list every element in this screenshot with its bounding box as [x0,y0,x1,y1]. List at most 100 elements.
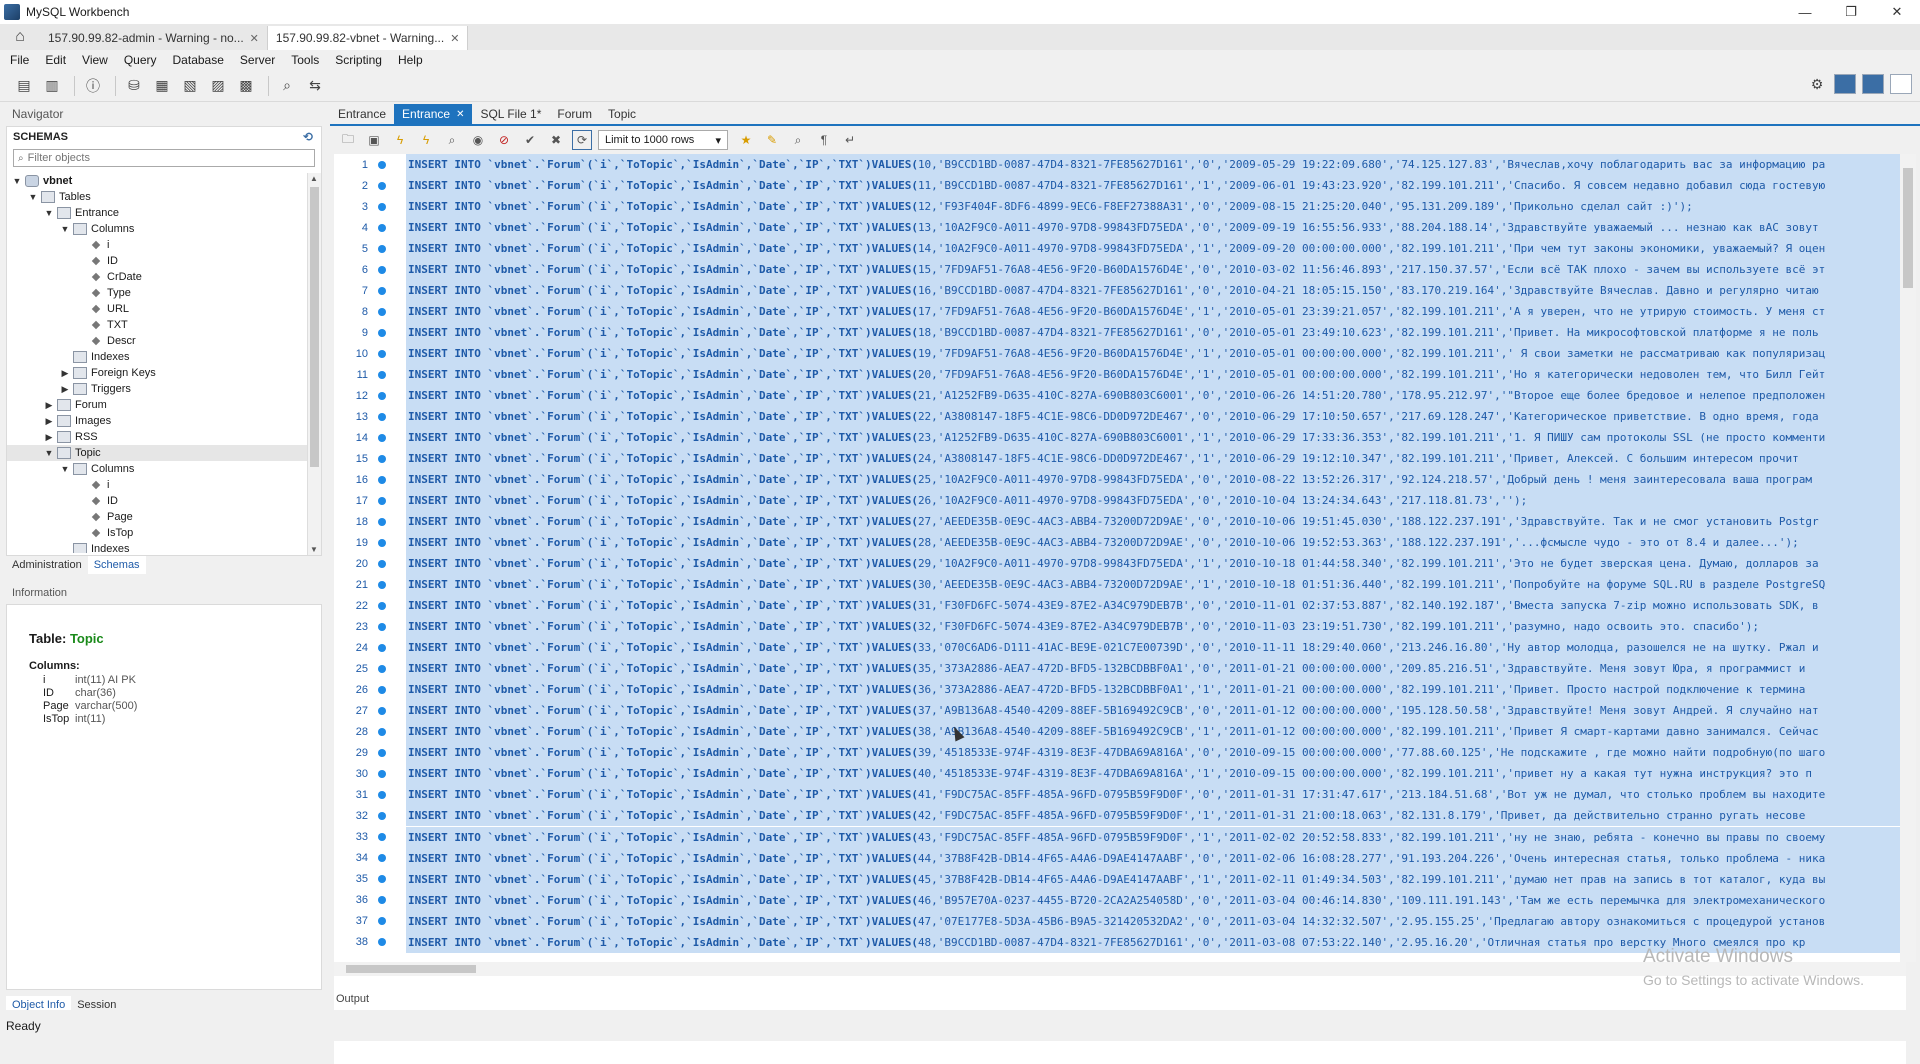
close-icon[interactable]: ✕ [450,32,459,45]
tree-item[interactable]: Type [7,285,307,301]
code-line[interactable]: 18 INSERT INTO `vbnet`.`Forum`(`i`,`ToTop… [334,511,1906,533]
tree-item[interactable]: Indexes [7,349,307,365]
tab-schemas[interactable]: Schemas [87,556,146,574]
inspector-icon[interactable]: ⓘ [81,74,105,98]
word-wrap-icon[interactable]: ↵ [840,130,860,150]
collapse-arrow-icon[interactable]: ▼ [43,448,55,458]
code-line[interactable]: 19 INSERT INTO `vbnet`.`Forum`(`i`,`ToTop… [334,532,1906,554]
tree-item[interactable]: ▶ Forum [7,397,307,413]
open-sql-file-icon[interactable]: ▥ [40,74,64,98]
tree-item[interactable]: ID [7,493,307,509]
search-table-data-icon[interactable]: ⌕ [275,74,299,98]
code-line[interactable]: 32 INSERT INTO `vbnet`.`Forum`(`i`,`ToTop… [334,805,1906,827]
commit-icon[interactable]: ✔ [520,130,540,150]
find-icon[interactable]: ⌕ [788,130,808,150]
tab-forum[interactable]: Forum [549,104,600,124]
tree-item[interactable]: ▶ Foreign Keys [7,365,307,381]
explain-icon[interactable]: ⌕ [442,130,462,150]
code-line[interactable]: 35 INSERT INTO `vbnet`.`Forum`(`i`,`ToTop… [334,868,1906,890]
collapse-arrow-icon[interactable]: ▼ [59,224,71,234]
new-sql-tab-icon[interactable]: ▤ [12,74,36,98]
tree-item[interactable]: URL [7,301,307,317]
refresh-icon[interactable]: ⟲ [303,130,313,144]
code-line[interactable]: 25 INSERT INTO `vbnet`.`Forum`(`i`,`ToTop… [334,658,1906,680]
create-table-icon[interactable]: ▦ [150,74,174,98]
code-line[interactable]: 21 INSERT INTO `vbnet`.`Forum`(`i`,`ToTop… [334,574,1906,596]
close-icon[interactable]: ✕ [250,32,259,45]
editor-vertical-scrollbar[interactable] [1900,154,1916,962]
execute-current-icon[interactable]: ϟ [416,130,436,150]
expand-arrow-icon[interactable]: ▶ [59,384,71,395]
tree-item[interactable]: TXT [7,317,307,333]
stop-icon[interactable]: ◉ [468,130,488,150]
maximize-button[interactable]: ❐ [1828,0,1874,24]
collapse-arrow-icon[interactable]: ▼ [59,464,71,474]
code-line[interactable]: 9 INSERT INTO `vbnet`.`Forum`(`i`,`ToTopi… [334,322,1906,344]
code-line[interactable]: 11 INSERT INTO `vbnet`.`Forum`(`i`,`ToTop… [334,364,1906,386]
scrollbar-thumb[interactable] [346,965,476,973]
close-icon[interactable]: ✕ [456,109,464,120]
home-icon[interactable]: ⌂ [0,24,40,50]
tree-item[interactable]: ▼ Columns [7,221,307,237]
code-line[interactable]: 7 INSERT INTO `vbnet`.`Forum`(`i`,`ToTopi… [334,280,1906,302]
tree-item[interactable]: ▼ Entrance [7,205,307,221]
invisible-chars-icon[interactable]: ¶ [814,130,834,150]
create-function-icon[interactable]: ▩ [234,74,258,98]
tree-item[interactable]: ▶ Triggers [7,381,307,397]
toggle-secondary-sidebar-icon[interactable] [1890,74,1912,94]
connection-tab-vbnet[interactable]: 157.90.99.82-vbnet - Warning... ✕ [267,26,469,50]
tab-topic[interactable]: Topic [600,104,644,124]
scroll-down-icon[interactable]: ▼ [310,545,318,554]
tree-item[interactable]: ▼ vbnet [7,173,307,189]
code-line[interactable]: 34 INSERT INTO `vbnet`.`Forum`(`i`,`ToTop… [334,847,1906,869]
tree-item[interactable]: ID [7,253,307,269]
settings-gear-icon[interactable]: ⚙ [1806,74,1828,94]
code-line[interactable]: 16 INSERT INTO `vbnet`.`Forum`(`i`,`ToTop… [334,469,1906,491]
menu-database[interactable]: Database [165,53,232,67]
create-schema-icon[interactable]: ⛁ [122,74,146,98]
code-line[interactable]: 26 INSERT INTO `vbnet`.`Forum`(`i`,`ToTop… [334,679,1906,701]
tree-item[interactable]: ▶ RSS [7,429,307,445]
code-line[interactable]: 28 INSERT INTO `vbnet`.`Forum`(`i`,`ToTop… [334,721,1906,743]
add-snippet-icon[interactable]: ★ [736,130,756,150]
tree-item[interactable]: CrDate [7,269,307,285]
tab-administration[interactable]: Administration [6,556,88,574]
toggle-sidebar-icon[interactable] [1834,74,1856,94]
tree-item[interactable]: ▼ Topic [7,445,307,461]
menu-file[interactable]: File [2,53,37,67]
code-line[interactable]: 14 INSERT INTO `vbnet`.`Forum`(`i`,`ToTop… [334,427,1906,449]
expand-arrow-icon[interactable]: ▶ [43,416,55,427]
code-line[interactable]: 5 INSERT INTO `vbnet`.`Forum`(`i`,`ToTopi… [334,238,1906,260]
tree-item[interactable]: Indexes [7,541,307,553]
expand-arrow-icon[interactable]: ▶ [43,432,55,443]
code-line[interactable]: 4 INSERT INTO `vbnet`.`Forum`(`i`,`ToTopi… [334,217,1906,239]
reconnect-icon[interactable]: ⇆ [303,74,327,98]
code-line[interactable]: 37 INSERT INTO `vbnet`.`Forum`(`i`,`ToTop… [334,910,1906,932]
open-folder-icon[interactable]: 🗀 [338,130,358,150]
filter-objects-input[interactable] [27,152,308,164]
beautify-icon[interactable]: ✎ [762,130,782,150]
tree-item[interactable]: IsTop [7,525,307,541]
limit-rows-select[interactable]: Limit to 1000 rows ▾ [598,130,728,150]
output-panel-header[interactable]: Output [330,988,1920,1010]
autocommit-icon[interactable]: ⟳ [572,130,592,150]
code-line[interactable]: 15 INSERT INTO `vbnet`.`Forum`(`i`,`ToTop… [334,448,1906,470]
rollback-icon[interactable]: ✖ [546,130,566,150]
tab-entrance[interactable]: Entrance [330,104,394,124]
code-line[interactable]: 17 INSERT INTO `vbnet`.`Forum`(`i`,`ToTop… [334,490,1906,512]
close-window-button[interactable]: ✕ [1874,0,1920,24]
tree-item[interactable]: Descr [7,333,307,349]
menu-query[interactable]: Query [116,53,165,67]
code-line[interactable]: 20 INSERT INTO `vbnet`.`Forum`(`i`,`ToTop… [334,553,1906,575]
tree-item[interactable]: i [7,477,307,493]
tab-sql-file-1[interactable]: SQL File 1* [472,104,549,124]
expand-arrow-icon[interactable]: ▶ [59,368,71,379]
menu-scripting[interactable]: Scripting [327,53,390,67]
code-line[interactable]: 23 INSERT INTO `vbnet`.`Forum`(`i`,`ToTop… [334,616,1906,638]
code-line[interactable]: 31 INSERT INTO `vbnet`.`Forum`(`i`,`ToTop… [334,784,1906,806]
code-line[interactable]: 1 INSERT INTO `vbnet`.`Forum`(`i`,`ToTopi… [334,154,1906,175]
connection-tab-admin[interactable]: 157.90.99.82-admin - Warning - no... ✕ [40,26,268,50]
tree-item[interactable]: ▼ Columns [7,461,307,477]
minimize-button[interactable]: — [1782,0,1828,24]
tree-item[interactable]: ▼ Tables [7,189,307,205]
